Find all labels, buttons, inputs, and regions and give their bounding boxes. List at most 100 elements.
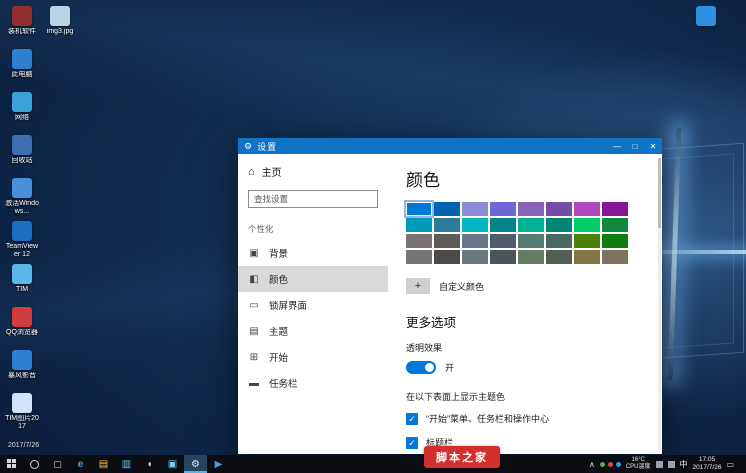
desktop-icon[interactable]: 装机软件 (4, 6, 40, 49)
wallpaper-logo-glow (668, 128, 682, 380)
settings-search-box[interactable] (248, 190, 378, 208)
taskbar-app-button[interactable]: ⚙ (184, 455, 207, 473)
color-swatch[interactable] (462, 234, 488, 248)
tray-app-icon[interactable] (608, 462, 613, 467)
maximize-button[interactable]: □ (626, 138, 644, 154)
action-center-icon[interactable]: ▭ (726, 460, 734, 469)
task-view-button[interactable]: ▢ (46, 455, 69, 473)
color-swatch[interactable] (518, 234, 544, 248)
start-button[interactable] (0, 455, 23, 473)
color-swatch[interactable] (546, 250, 572, 264)
cortana-search-button[interactable] (23, 455, 46, 473)
transparency-toggle[interactable] (406, 361, 436, 374)
close-button[interactable]: ✕ (644, 138, 662, 154)
taskbar-clock[interactable]: 17:05 2017/7/26 (693, 456, 722, 472)
desktop-icon[interactable]: TIM图片2017 (4, 393, 40, 436)
color-swatch[interactable] (546, 234, 572, 248)
windows-logo-icon (7, 459, 17, 469)
color-swatch[interactable] (602, 218, 628, 232)
volume-icon[interactable] (668, 461, 675, 468)
color-swatch[interactable] (434, 234, 460, 248)
color-swatch[interactable] (602, 202, 628, 216)
color-swatch[interactable] (406, 250, 432, 264)
color-swatch[interactable] (546, 218, 572, 232)
desktop-icon[interactable]: img3.jpg (42, 6, 78, 49)
color-swatch[interactable] (574, 250, 600, 264)
color-swatch[interactable] (490, 202, 516, 216)
desktop-icon[interactable]: 回收站 (4, 135, 40, 178)
desktop-icon-label: TeamViewer 12 (4, 243, 40, 259)
color-swatch[interactable] (406, 234, 432, 248)
app-icon: ⚙ (191, 459, 200, 470)
color-swatch[interactable] (406, 202, 432, 216)
color-swatch[interactable] (602, 250, 628, 264)
color-swatch[interactable] (518, 202, 544, 216)
accent-color-grid (406, 202, 628, 264)
taskbar-app-button[interactable]: ▥ (115, 455, 138, 473)
sidebar-home[interactable]: ⌂ 主页 (238, 160, 388, 183)
desktop-icon[interactable] (688, 6, 724, 28)
tray-app-icon[interactable] (616, 462, 621, 467)
color-swatch[interactable] (490, 218, 516, 232)
desktop: 装机软件 此电脑 网络 回收站 激活Windows... (0, 0, 746, 473)
color-swatch[interactable] (518, 218, 544, 232)
sidebar-nav-item[interactable]: ▭ 锁屏界面 (238, 292, 388, 318)
cpu-temp-widget[interactable]: 16°C CPU温度 (626, 457, 651, 471)
taskbar: ▢ e ▤ ▥ ◖ (0, 455, 746, 473)
settings-search-input[interactable] (254, 194, 372, 204)
color-swatch[interactable] (462, 202, 488, 216)
network-icon[interactable] (656, 461, 663, 468)
checkbox-checked[interactable]: ✓ (406, 437, 418, 449)
app-icon: ▤ (99, 459, 108, 470)
color-swatch[interactable] (462, 250, 488, 264)
desktop-icon-image (12, 49, 32, 69)
desktop-icon[interactable]: TeamViewer 12 (4, 221, 40, 264)
desktop-icon[interactable]: QQ浏览器 (4, 307, 40, 350)
ime-indicator[interactable]: 中 (680, 459, 688, 470)
settings-titlebar[interactable]: ⚙ 设置 — □ ✕ (238, 138, 662, 154)
sidebar-nav-item[interactable]: ▣ 背景 (238, 240, 388, 266)
desktop-icon-label: 此电脑 (4, 71, 40, 79)
scrollbar[interactable] (658, 158, 661, 450)
desktop-icon[interactable]: TIM (4, 264, 40, 307)
scrollbar-thumb[interactable] (658, 158, 661, 228)
desktop-icon-label: img3.jpg (42, 28, 78, 36)
color-swatch[interactable] (574, 202, 600, 216)
sidebar-nav-item[interactable]: ▤ 主题 (238, 318, 388, 344)
sidebar-nav-item[interactable]: ⊞ 开始 (238, 344, 388, 370)
color-swatch[interactable] (574, 218, 600, 232)
color-swatch[interactable] (490, 234, 516, 248)
color-swatch[interactable] (546, 202, 572, 216)
desktop-icon-label: TIM图片2017 (4, 415, 40, 431)
taskbar-app-button[interactable]: ◖ (138, 455, 161, 473)
color-swatch[interactable] (406, 218, 432, 232)
color-swatch[interactable] (518, 250, 544, 264)
color-swatch[interactable] (490, 250, 516, 264)
color-swatch[interactable] (434, 250, 460, 264)
tray-expand-button[interactable]: ∧ (589, 460, 595, 469)
desktop-icon[interactable]: 此电脑 (4, 49, 40, 92)
desktop-icon[interactable]: 网络 (4, 92, 40, 135)
desktop-icon-image (12, 350, 32, 370)
desktop-icon[interactable]: 激活Windows... (4, 178, 40, 221)
checkbox-checked[interactable]: ✓ (406, 413, 418, 425)
tray-app-icon[interactable] (600, 462, 605, 467)
color-swatch[interactable] (462, 218, 488, 232)
color-swatch[interactable] (434, 202, 460, 216)
taskbar-app-button[interactable]: e (69, 455, 92, 473)
sidebar-nav-item[interactable]: ▬ 任务栏 (238, 370, 388, 396)
nav-item-icon: ▤ (248, 326, 260, 337)
nav-item-icon: ▣ (248, 248, 260, 259)
custom-color-button[interactable]: + (406, 278, 430, 294)
color-swatch[interactable] (574, 234, 600, 248)
taskbar-app-button[interactable]: ▤ (92, 455, 115, 473)
taskbar-app-button[interactable]: ▶ (207, 455, 230, 473)
sidebar-nav-item[interactable]: ◧ 颜色 (238, 266, 388, 292)
taskbar-app-button[interactable]: ▣ (161, 455, 184, 473)
minimize-button[interactable]: — (608, 138, 626, 154)
nav-item-label: 开始 (269, 350, 288, 364)
desktop-icon[interactable]: 暴风影音 (4, 350, 40, 393)
color-swatch[interactable] (602, 234, 628, 248)
window-title: 设置 (257, 140, 277, 153)
color-swatch[interactable] (434, 218, 460, 232)
